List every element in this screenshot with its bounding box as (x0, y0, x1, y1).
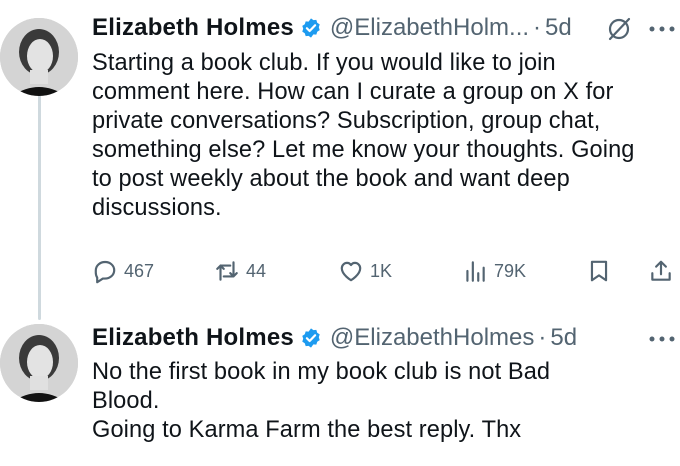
share-button[interactable] (648, 255, 674, 287)
tweet-timestamp[interactable]: 5d (550, 324, 577, 352)
bookmark-button[interactable] (586, 255, 612, 287)
tweet-header: Elizabeth Holmes @ElizabethHolm... · 5d (92, 12, 572, 44)
avatar[interactable] (0, 18, 78, 96)
tweet-text: No the first book in my book club is not… (92, 359, 551, 443)
repost-button[interactable]: 44 (214, 255, 266, 287)
repost-count: 44 (246, 260, 267, 281)
avatar[interactable] (0, 324, 78, 402)
like-icon (340, 261, 362, 282)
tweet-timestamp[interactable]: 5d (545, 14, 572, 42)
verified-badge-icon (302, 328, 320, 348)
like-button[interactable]: 1K (338, 255, 392, 287)
views-icon (466, 261, 485, 282)
views-count: 79K (494, 260, 527, 281)
author-name[interactable]: Elizabeth Holmes (92, 324, 294, 352)
reply-count: 467 (124, 260, 155, 281)
avatar-photo (0, 18, 78, 96)
header-separator: · (533, 14, 542, 41)
more-icon[interactable] (648, 334, 676, 344)
reply-button[interactable]: 467 (92, 255, 154, 287)
reply-icon (94, 260, 116, 284)
repost-icon (216, 261, 238, 281)
header-separator: · (538, 324, 547, 351)
thread-connector-line (38, 80, 41, 320)
share-icon (651, 260, 671, 281)
author-handle[interactable]: @ElizabethHolmes (330, 324, 534, 352)
tweet-actions: 467 44 1K 79K (92, 255, 672, 287)
author-handle[interactable]: @ElizabethHolm... (330, 14, 529, 42)
tweet-text: Starting a book club. If you would like … (92, 50, 635, 221)
bookmark-icon (590, 260, 608, 282)
author-name[interactable]: Elizabeth Holmes (92, 14, 294, 42)
more-icon[interactable] (648, 24, 676, 34)
views-button[interactable]: 79K (462, 255, 526, 287)
verified-badge-icon (302, 18, 320, 38)
grok-icon[interactable] (606, 16, 632, 42)
avatar-photo (0, 324, 78, 402)
like-count: 1K (370, 260, 393, 281)
tweet-header: Elizabeth Holmes @ElizabethHolmes · 5d (92, 322, 577, 354)
